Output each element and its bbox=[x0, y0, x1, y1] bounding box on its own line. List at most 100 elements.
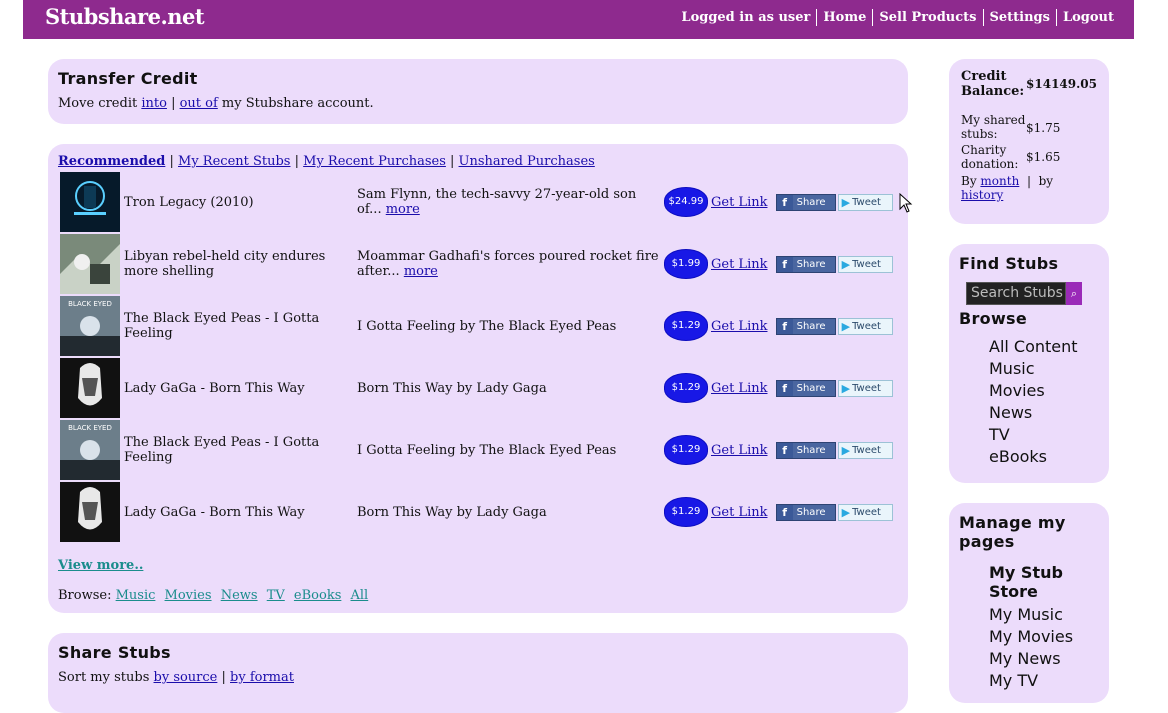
tweet-label: Tweet bbox=[852, 320, 881, 332]
get-link-link[interactable]: Get Link bbox=[711, 195, 767, 210]
thumbnail-cell: BLACK EYED bbox=[58, 419, 122, 481]
browse-news-link[interactable]: News bbox=[221, 588, 258, 603]
manage-my-news[interactable]: My News bbox=[989, 648, 1099, 670]
stub-title: Lady GaGa - Born This Way bbox=[124, 380, 305, 396]
site-logo[interactable]: Stubshare.net bbox=[45, 4, 205, 29]
more-link[interactable]: more bbox=[386, 202, 420, 217]
manage-my-tv[interactable]: My TV bbox=[989, 670, 1099, 692]
browse-music-link[interactable]: Music bbox=[116, 588, 156, 603]
credit-by: By bbox=[961, 174, 981, 188]
stub-thumbnail[interactable] bbox=[60, 234, 120, 294]
stub-title: Tron Legacy (2010) bbox=[124, 194, 254, 210]
search-input[interactable]: Search Stubs bbox=[966, 282, 1066, 305]
browse-music[interactable]: Music bbox=[989, 358, 1099, 380]
stub-table: Tron Legacy (2010) Sam Flynn, the tech-s… bbox=[58, 171, 895, 543]
browse-news[interactable]: News bbox=[989, 402, 1099, 424]
facebook-share-button[interactable]: f Share bbox=[775, 379, 836, 397]
share-label: Share bbox=[796, 506, 826, 518]
tweet-button[interactable]: ▶ Tweet bbox=[837, 317, 893, 335]
stub-tabs: Recommended | My Recent Stubs | My Recen… bbox=[58, 154, 595, 169]
browse-ebooks[interactable]: eBooks bbox=[989, 446, 1099, 468]
get-link-link[interactable]: Get Link bbox=[711, 505, 767, 520]
tab-recommended[interactable]: Recommended bbox=[58, 154, 165, 169]
stub-description-cell: I Gotta Feeling by The Black Eyed Peas bbox=[355, 295, 663, 357]
top-nav: Logged in as user Home Sell Products Set… bbox=[675, 9, 1120, 26]
tab-my-recent-stubs[interactable]: My Recent Stubs bbox=[178, 154, 290, 169]
nav-sell-products[interactable]: Sell Products bbox=[872, 9, 982, 26]
price-badge: $1.29 bbox=[665, 498, 707, 526]
share-stubs-panel: Share Stubs Sort my stubs by source | by… bbox=[48, 633, 908, 713]
manage-my-movies[interactable]: My Movies bbox=[989, 626, 1099, 648]
browse-list: All Content Music Movies News TV eBooks bbox=[989, 336, 1099, 468]
tab-my-recent-purchases[interactable]: My Recent Purchases bbox=[303, 154, 446, 169]
nav-logout[interactable]: Logout bbox=[1055, 9, 1120, 26]
tweet-button[interactable]: ▶ Tweet bbox=[837, 441, 893, 459]
search-row: Search Stubs ⌕ bbox=[966, 282, 1099, 305]
by-source-link[interactable]: by source bbox=[154, 670, 218, 685]
more-link[interactable]: more bbox=[404, 264, 438, 279]
facebook-icon: f bbox=[776, 318, 793, 334]
transfer-into-link[interactable]: into bbox=[141, 96, 167, 111]
actions-cell: Get Link f Share ▶ Tweet bbox=[709, 419, 895, 481]
actions-cell: Get Link f Share ▶ Tweet bbox=[709, 295, 895, 357]
twitter-bird-icon: ▶ bbox=[841, 195, 851, 209]
view-more-link[interactable]: View more.. bbox=[58, 558, 143, 573]
get-link-link[interactable]: Get Link bbox=[711, 257, 767, 272]
by-format-link[interactable]: by format bbox=[230, 670, 294, 685]
nav-settings[interactable]: Settings bbox=[982, 9, 1056, 26]
stub-thumbnail[interactable]: BLACK EYED bbox=[60, 420, 120, 480]
get-link-link[interactable]: Get Link bbox=[711, 381, 767, 396]
stub-thumbnail[interactable] bbox=[60, 482, 120, 542]
stub-title: Libyan rebel-held city endures more shel… bbox=[124, 249, 326, 279]
stub-thumbnail[interactable] bbox=[60, 358, 120, 418]
credit-balance-label: Credit Balance: bbox=[961, 69, 1025, 99]
browse-tv-link[interactable]: TV bbox=[267, 588, 285, 603]
top-bar: Stubshare.net Logged in as user Home Sel… bbox=[23, 0, 1134, 39]
facebook-share-button[interactable]: f Share bbox=[775, 317, 836, 335]
credit-panel: Credit Balance: $14149.05 My shared stub… bbox=[949, 59, 1109, 224]
facebook-share-button[interactable]: f Share bbox=[775, 193, 836, 211]
tweet-button[interactable]: ▶ Tweet bbox=[837, 503, 893, 521]
browse-all-link[interactable]: All bbox=[351, 588, 369, 603]
transfer-credit-line: Move credit into | out of my Stubshare a… bbox=[58, 96, 898, 111]
twitter-bird-icon: ▶ bbox=[841, 257, 851, 271]
browse-all-content[interactable]: All Content bbox=[989, 336, 1099, 358]
facebook-icon: f bbox=[776, 504, 793, 520]
thumbnail-cell bbox=[58, 171, 122, 233]
thumbnail-cell bbox=[58, 233, 122, 295]
facebook-share-button[interactable]: f Share bbox=[775, 441, 836, 459]
by-month-link[interactable]: month bbox=[980, 174, 1019, 188]
manage-pages-title: Manage my pages bbox=[959, 513, 1066, 551]
transfer-suffix: my Stubshare account. bbox=[217, 96, 374, 111]
tweet-label: Tweet bbox=[852, 258, 881, 270]
browse-movies[interactable]: Movies bbox=[989, 380, 1099, 402]
tweet-button[interactable]: ▶ Tweet bbox=[837, 379, 893, 397]
twitter-bird-icon: ▶ bbox=[841, 319, 851, 333]
facebook-icon: f bbox=[776, 380, 793, 396]
tweet-button[interactable]: ▶ Tweet bbox=[837, 193, 893, 211]
find-stubs-panel: Find Stubs Search Stubs ⌕ Browse All Con… bbox=[949, 244, 1109, 483]
search-icon[interactable]: ⌕ bbox=[1066, 282, 1082, 305]
nav-home[interactable]: Home bbox=[816, 9, 872, 26]
manage-my-stub-store[interactable]: My Stub Store bbox=[989, 563, 1099, 601]
stub-description-cell: Born This Way by Lady Gaga bbox=[355, 481, 663, 543]
by-history-link[interactable]: history bbox=[961, 188, 1003, 202]
tab-unshared-purchases[interactable]: Unshared Purchases bbox=[459, 154, 595, 169]
browse-movies-link[interactable]: Movies bbox=[165, 588, 212, 603]
tweet-label: Tweet bbox=[852, 196, 881, 208]
actions-cell: Get Link f Share ▶ Tweet bbox=[709, 233, 895, 295]
table-row: BLACK EYED The Black Eyed Peas - I Gotta… bbox=[58, 295, 895, 357]
stub-thumbnail[interactable]: BLACK EYED bbox=[60, 296, 120, 356]
browse-ebooks-link[interactable]: eBooks bbox=[294, 588, 341, 603]
browse-title: Browse bbox=[959, 309, 1028, 328]
browse-tv[interactable]: TV bbox=[989, 424, 1099, 446]
share-label: Share bbox=[796, 320, 826, 332]
facebook-share-button[interactable]: f Share bbox=[775, 255, 836, 273]
get-link-link[interactable]: Get Link bbox=[711, 443, 767, 458]
facebook-share-button[interactable]: f Share bbox=[775, 503, 836, 521]
tweet-button[interactable]: ▶ Tweet bbox=[837, 255, 893, 273]
manage-my-music[interactable]: My Music bbox=[989, 604, 1099, 626]
stub-thumbnail[interactable] bbox=[60, 172, 120, 232]
transfer-out-of-link[interactable]: out of bbox=[180, 96, 218, 111]
get-link-link[interactable]: Get Link bbox=[711, 319, 767, 334]
